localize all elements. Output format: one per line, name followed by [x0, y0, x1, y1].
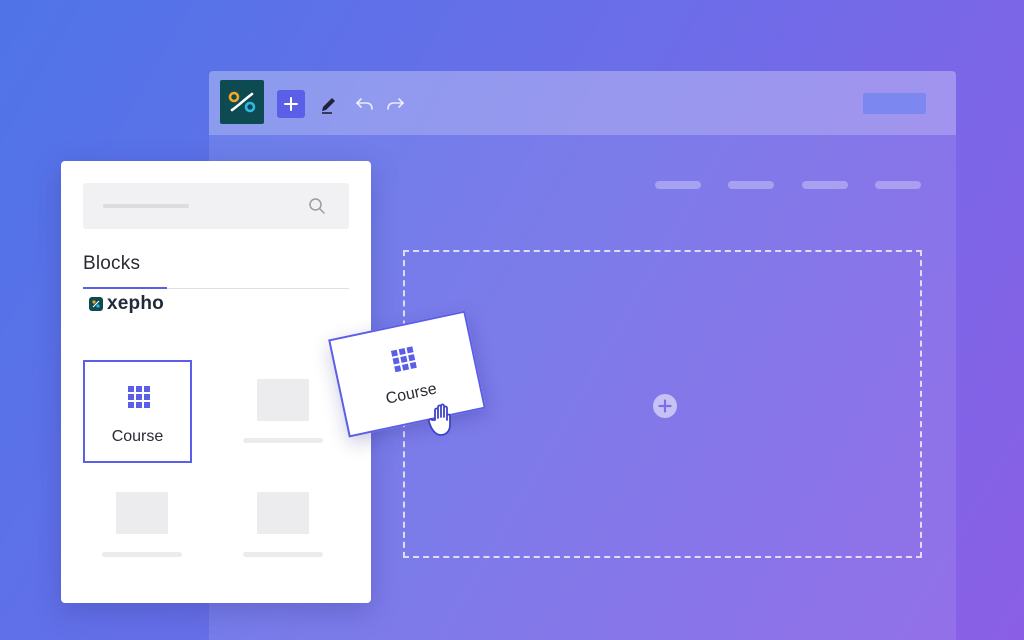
publish-button[interactable] [863, 93, 926, 114]
brand-name: xepho [107, 293, 164, 314]
grid-icon [128, 386, 150, 408]
brand-category: xepho [89, 292, 164, 316]
plus-icon [284, 97, 298, 111]
block-label-placeholder [243, 552, 323, 557]
editor-toolbar [209, 71, 956, 135]
block-label-placeholder [102, 552, 182, 557]
block-tile-course[interactable]: Course [83, 360, 192, 463]
hand-grab-cursor-icon [426, 400, 462, 438]
plus-circle-icon[interactable] [652, 393, 678, 419]
block-thumbnail [257, 492, 309, 534]
tab-active-indicator [83, 287, 167, 289]
block-thumbnail [116, 492, 168, 534]
percent-logo-icon[interactable] [220, 80, 264, 124]
block-tile-placeholder[interactable] [243, 492, 323, 562]
pen-icon [322, 98, 335, 114]
undo-button[interactable] [352, 91, 376, 115]
block-tile-placeholder[interactable] [102, 492, 182, 562]
block-label-placeholder [243, 438, 323, 443]
nav-link[interactable] [802, 181, 848, 189]
search-placeholder [103, 204, 189, 208]
grid-icon [390, 346, 417, 373]
blocks-panel: Blocks xepho Course [61, 161, 371, 603]
block-thumbnail [257, 379, 309, 421]
tab-blocks[interactable]: Blocks [83, 253, 140, 275]
redo-icon [387, 98, 404, 110]
block-tile-placeholder[interactable] [243, 379, 323, 449]
undo-icon [356, 98, 373, 110]
edit-tool-button[interactable] [317, 91, 341, 115]
add-block-button[interactable] [277, 90, 305, 118]
nav-link[interactable] [875, 181, 921, 189]
block-tile-label: Course [111, 428, 164, 445]
xepho-logo-icon [89, 297, 103, 311]
nav-link[interactable] [655, 181, 701, 189]
redo-button[interactable] [384, 91, 408, 115]
search-icon[interactable] [308, 197, 326, 215]
search-input[interactable] [83, 183, 349, 229]
nav-link[interactable] [728, 181, 774, 189]
